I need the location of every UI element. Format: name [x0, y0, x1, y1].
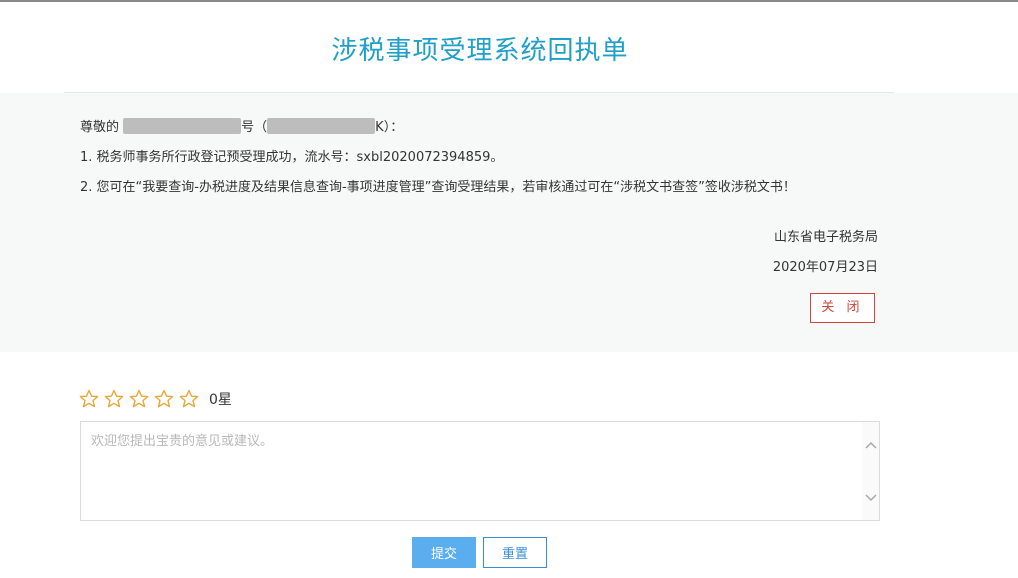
reset-button[interactable]: 重置: [483, 537, 547, 568]
feedback-scrollbar[interactable]: [862, 422, 879, 520]
star-outline-icon[interactable]: [79, 389, 99, 409]
star-outline-icon[interactable]: [104, 389, 124, 409]
receipt-line-2: 2. 您可在“我要查询-办税进度及结果信息查询-事项进度管理”查询受理结果，若审…: [80, 180, 796, 195]
greeting-mid: 号（: [241, 120, 268, 135]
redacted-name: [123, 118, 242, 134]
star-count-label: 0星: [209, 392, 232, 408]
submit-button[interactable]: 提交: [412, 537, 476, 568]
chevron-down-icon[interactable]: [862, 489, 879, 506]
top-border: [0, 0, 1018, 2]
close-button[interactable]: 关 闭: [810, 293, 875, 323]
star-outline-icon[interactable]: [129, 389, 149, 409]
receipt-panel: 尊敬的 号（ K）： 1. 税务师事务所行政登记预受理成功，流水号：sxbl202…: [0, 93, 1018, 352]
chevron-up-icon[interactable]: [862, 436, 879, 453]
issuer-name: 山东省电子税务局: [773, 230, 878, 245]
issue-date: 2020年07月23日: [772, 260, 878, 275]
redacted-id: [267, 118, 376, 134]
page-title: 涉税事项受理系统回执单: [331, 36, 629, 66]
receipt-line-1: 1. 税务师事务所行政登记预受理成功，流水号：sxbl2020072394859…: [80, 150, 504, 165]
feedback-box: [80, 421, 880, 521]
star-rating: 0星: [79, 388, 232, 410]
feedback-input[interactable]: [81, 422, 861, 520]
greeting-line: 尊敬的 号（ K）：: [80, 116, 403, 135]
greeting-prefix: 尊敬的: [80, 120, 120, 135]
greeting-suffix: K）：: [375, 120, 404, 135]
star-outline-icon[interactable]: [179, 389, 199, 409]
star-outline-icon[interactable]: [154, 389, 174, 409]
